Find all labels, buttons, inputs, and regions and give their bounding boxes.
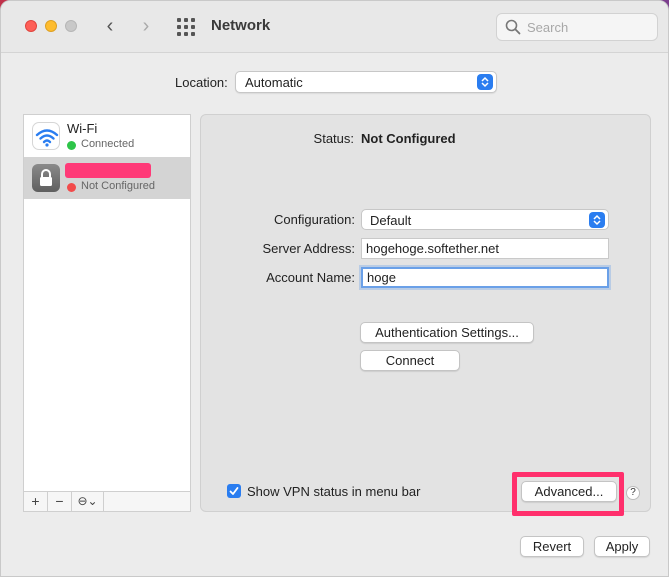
account-name-label: Account Name: xyxy=(266,270,355,285)
location-label: Location: xyxy=(175,75,228,90)
location-select[interactable]: Automatic xyxy=(235,71,497,93)
titlebar: ‹ › Network xyxy=(1,1,668,53)
status-value: Not Configured xyxy=(361,131,456,146)
lock-icon xyxy=(32,164,60,192)
close-window-button[interactable] xyxy=(25,20,37,32)
forward-chevron-icon[interactable]: › xyxy=(136,14,156,38)
search-input[interactable] xyxy=(527,18,652,36)
advanced-button[interactable]: Advanced... xyxy=(521,481,617,502)
apply-button[interactable]: Apply xyxy=(594,536,650,557)
status-dot-red xyxy=(67,183,76,192)
connect-button[interactable]: Connect xyxy=(360,350,460,371)
service-name: Wi-Fi xyxy=(67,121,98,136)
service-item-vpn[interactable]: Not Configured xyxy=(24,157,190,199)
minimize-window-button[interactable] xyxy=(45,20,57,32)
service-status: Not Configured xyxy=(81,180,155,192)
network-preferences-window: ‹ › Network Location: Automatic xyxy=(0,0,669,577)
server-address-field[interactable] xyxy=(361,238,609,259)
server-address-label: Server Address: xyxy=(262,241,356,256)
location-value: Automatic xyxy=(245,75,303,90)
configuration-select[interactable]: Default xyxy=(361,209,609,230)
search-box[interactable] xyxy=(496,13,658,41)
redacted-service-name xyxy=(65,163,151,178)
status-label: Status: xyxy=(313,131,354,146)
zoom-window-button[interactable] xyxy=(65,20,77,32)
checkmark-icon xyxy=(229,487,239,495)
configuration-value: Default xyxy=(370,213,412,228)
show-vpn-status-label: Show VPN status in menu bar xyxy=(247,484,421,499)
service-list: Wi-Fi Connected Not Configured xyxy=(23,114,191,492)
help-button[interactable]: ? xyxy=(626,486,640,500)
service-status: Connected xyxy=(81,138,135,150)
select-stepper-icon xyxy=(589,212,605,228)
service-item-wifi[interactable]: Wi-Fi Connected xyxy=(24,115,190,157)
show-vpn-status-checkbox[interactable] xyxy=(227,484,241,498)
configuration-label: Configuration: xyxy=(274,212,355,227)
account-name-field[interactable] xyxy=(361,267,609,288)
revert-button[interactable]: Revert xyxy=(520,536,584,557)
authentication-settings-button[interactable]: Authentication Settings... xyxy=(360,322,534,343)
remove-service-button[interactable]: − xyxy=(48,492,72,511)
status-dot-green xyxy=(67,141,76,150)
action-menu-button[interactable]: ⊖⌄ xyxy=(72,492,104,511)
back-chevron-icon[interactable]: ‹ xyxy=(100,14,120,38)
service-list-toolbar: + − ⊖⌄ xyxy=(23,492,191,512)
add-service-button[interactable]: + xyxy=(24,492,48,511)
select-stepper-icon xyxy=(477,74,493,90)
search-icon xyxy=(505,19,521,35)
wifi-icon xyxy=(32,122,60,150)
window-title: Network xyxy=(211,17,271,34)
show-all-grid-icon[interactable] xyxy=(177,18,195,36)
detail-panel: Status: Not Configured Configuration: De… xyxy=(200,114,651,516)
